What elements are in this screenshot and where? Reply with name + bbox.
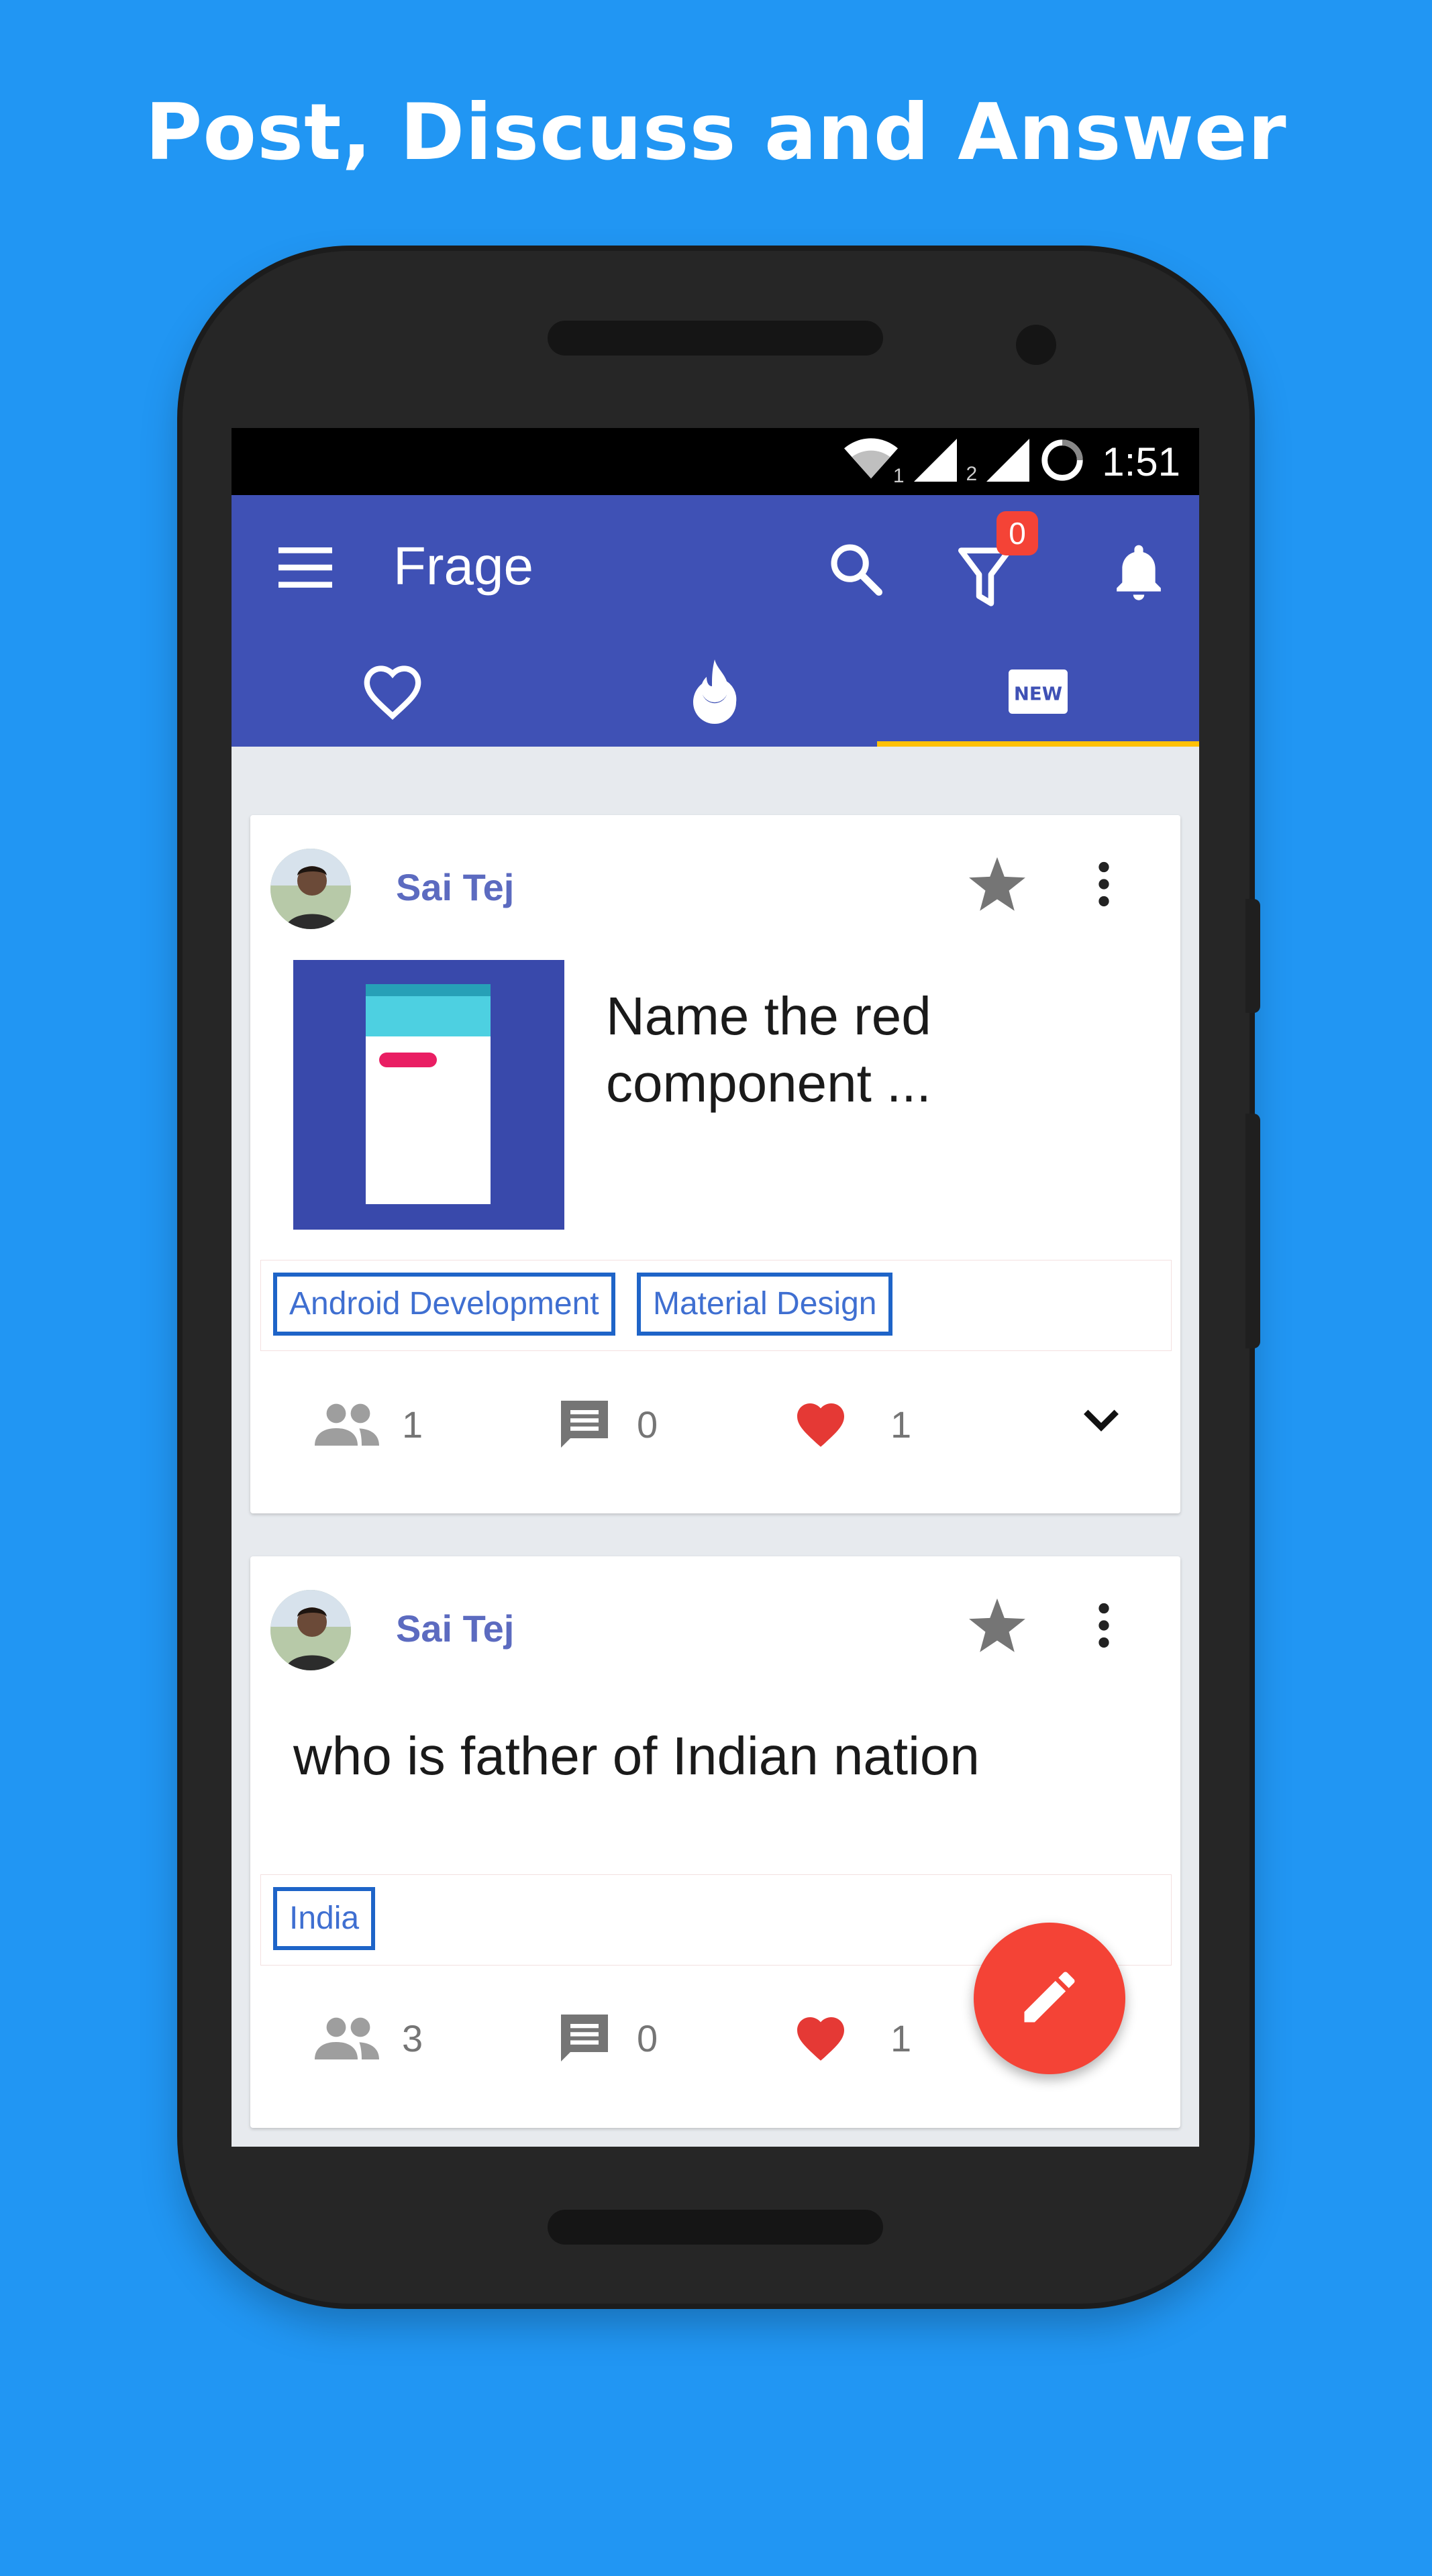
notifications-bell-icon[interactable] — [1112, 541, 1166, 606]
filter-badge: 0 — [996, 511, 1038, 555]
fire-icon — [688, 659, 741, 727]
image-statusbar — [366, 984, 491, 996]
phone-speaker-top — [548, 321, 883, 356]
volume-button — [1245, 1114, 1260, 1348]
app-title: Frage — [393, 536, 533, 596]
page-headline: Post, Discuss and Answer — [145, 87, 1287, 178]
author-avatar[interactable] — [270, 1590, 351, 1670]
chevron-down-icon[interactable] — [1082, 1408, 1120, 1436]
question-text[interactable]: Name the red component ... — [606, 983, 982, 1117]
battery-ring-icon — [1039, 437, 1086, 487]
comments-count: 0 — [637, 1403, 658, 1446]
signal-icon — [913, 438, 957, 485]
author-avatar[interactable] — [270, 849, 351, 929]
image-phone-mockup — [366, 984, 491, 1204]
wifi-label: 1 — [892, 465, 905, 487]
power-button — [1245, 899, 1260, 1013]
tag-chip[interactable]: Material Design — [637, 1273, 893, 1336]
menu-icon[interactable] — [278, 547, 332, 591]
tab-trending[interactable] — [554, 639, 876, 747]
likes-count: 1 — [890, 1403, 912, 1446]
status-bar: 1 2 1:51 — [232, 428, 1199, 495]
compose-fab-button[interactable] — [974, 1923, 1125, 2074]
post-card[interactable]: Sai Tej Name the red component ... Andro… — [250, 815, 1180, 1513]
heart-outline-icon — [362, 663, 423, 723]
more-options-icon[interactable] — [1096, 1602, 1112, 1652]
star-icon[interactable] — [968, 1598, 1026, 1658]
followers-count: 3 — [402, 2017, 423, 2059]
like-heart-icon[interactable] — [792, 2010, 849, 2065]
author-name[interactable]: Sai Tej — [396, 865, 514, 909]
signal-2-icon — [986, 438, 1030, 485]
tag-chip[interactable]: Android Development — [273, 1273, 615, 1336]
star-icon[interactable] — [968, 857, 1026, 916]
author-name[interactable]: Sai Tej — [396, 1607, 514, 1650]
app-toolbar: Frage 0 — [232, 495, 1199, 639]
post-actions: 1 0 1 — [250, 1383, 1180, 1463]
tab-new[interactable]: NEW — [877, 639, 1199, 747]
app-screen: 1 2 1:51 Frage 0 NEW Sai Tej Name the re… — [232, 428, 1199, 2147]
new-icon: NEW — [1009, 669, 1068, 717]
like-heart-icon[interactable] — [792, 1396, 849, 1452]
likes-count: 1 — [890, 2017, 912, 2059]
followers-icon[interactable] — [315, 2017, 379, 2063]
tab-bar: NEW — [232, 639, 1199, 747]
question-text[interactable]: who is father of Indian nation — [293, 1723, 1132, 1790]
pencil-icon — [1016, 1964, 1083, 2034]
phone-camera — [1016, 325, 1056, 365]
tag-list: Android Development Material Design — [260, 1260, 1172, 1351]
search-icon[interactable] — [826, 539, 886, 603]
followers-count: 1 — [402, 1403, 423, 1446]
svg-text:NEW: NEW — [1014, 683, 1062, 704]
comments-count: 0 — [637, 2017, 658, 2059]
phone-speaker-bottom — [548, 2210, 883, 2245]
comment-icon[interactable] — [556, 1396, 613, 1456]
more-options-icon[interactable] — [1096, 861, 1112, 911]
image-appbar — [366, 984, 491, 1036]
tab-favorites[interactable] — [232, 639, 554, 747]
question-image[interactable] — [293, 960, 564, 1230]
tag-chip[interactable]: India — [273, 1887, 376, 1950]
wifi-icon: 1 — [843, 438, 905, 487]
followers-icon[interactable] — [315, 1403, 379, 1449]
comment-icon[interactable] — [556, 2010, 613, 2070]
image-red-component — [379, 1053, 437, 1067]
tab-selected-indicator — [877, 741, 1199, 747]
status-time: 1:51 — [1102, 439, 1180, 484]
sim2-label: 2 — [966, 463, 978, 485]
